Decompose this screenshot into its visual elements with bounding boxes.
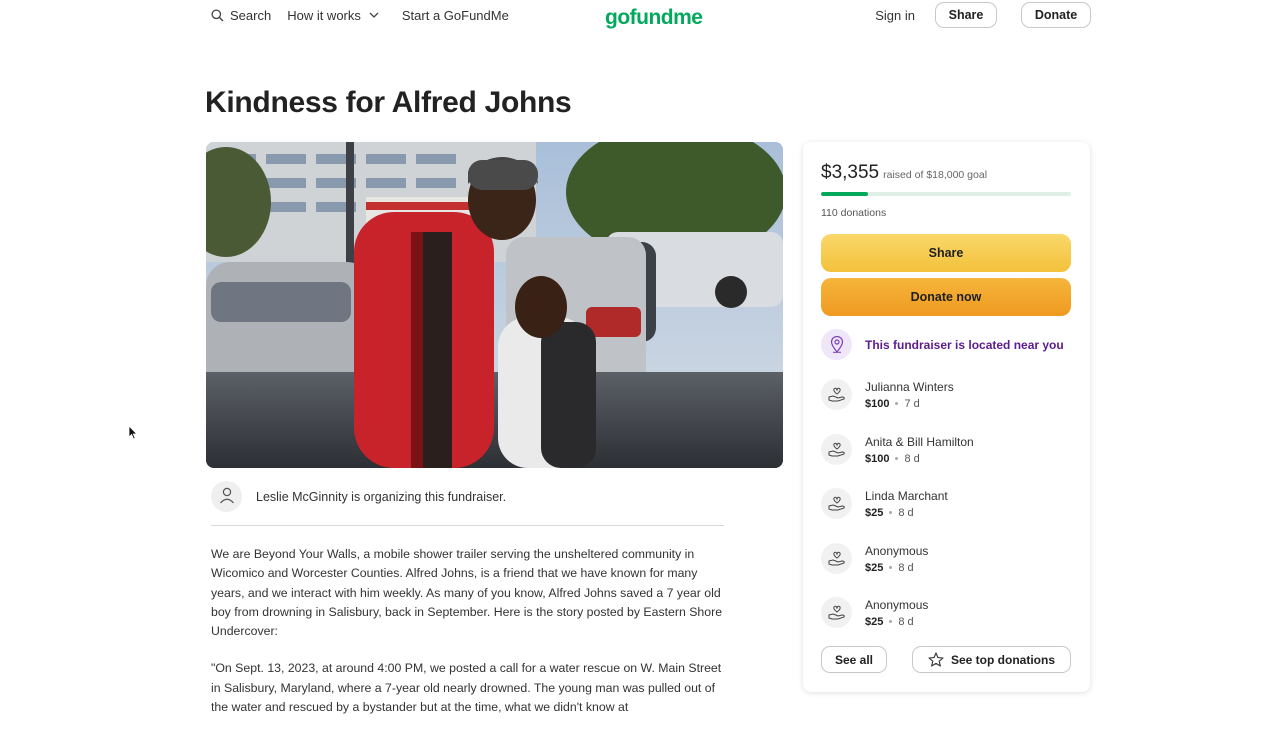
donor-item: Anonymous $25 8 d xyxy=(821,543,928,574)
donation-hand-icon xyxy=(821,543,852,574)
fundraiser-photo[interactable] xyxy=(206,142,783,468)
nearby-notice: This fundraiser is located near you xyxy=(821,329,1064,360)
separator-dot xyxy=(895,457,899,460)
page-title: Kindness for Alfred Johns xyxy=(205,86,572,119)
donor-amount: $100 xyxy=(865,397,890,410)
logo-text: gofundme xyxy=(605,6,703,29)
donor-name: Linda Marchant xyxy=(865,488,948,503)
how-it-works-label: How it works xyxy=(287,7,361,23)
how-it-works-menu[interactable]: How it works xyxy=(287,8,379,23)
donor-amount: $25 xyxy=(865,506,884,519)
organizer-text: Leslie McGinnity is organizing this fund… xyxy=(256,489,507,504)
chevron-down-icon xyxy=(369,12,379,18)
donor-item: Julianna Winters $100 7 d xyxy=(821,379,954,410)
raised-amount: $3,355 xyxy=(821,162,880,183)
donation-hand-icon xyxy=(821,597,852,628)
gofundme-logo[interactable]: gofundme xyxy=(605,2,703,30)
fundraiser-photo-illustration xyxy=(206,142,783,468)
header-donate-button[interactable]: Donate xyxy=(1021,2,1091,28)
header-left-nav: Search How it works Start a GoFundMe xyxy=(211,0,509,30)
see-top-donations-label: See top donations xyxy=(950,652,1055,667)
fundraiser-story: We are Beyond Your Walls, a mobile showe… xyxy=(211,545,726,735)
donor-time: 8 d xyxy=(898,615,914,628)
header-right-nav: Sign in Share Donate xyxy=(875,2,1091,28)
donation-hand-icon xyxy=(821,488,852,519)
section-divider xyxy=(211,525,724,526)
sign-in-link[interactable]: Sign in xyxy=(875,8,915,23)
donor-name: Anonymous xyxy=(865,597,929,612)
nearby-text: This fundraiser is located near you xyxy=(865,337,1064,352)
search-link[interactable]: Search xyxy=(211,8,271,23)
donor-name: Anonymous xyxy=(865,543,929,558)
separator-dot xyxy=(895,402,899,405)
donation-hand-icon xyxy=(821,434,852,465)
donor-amount: $25 xyxy=(865,615,884,628)
raised-goal: raised of $18,000 goal xyxy=(883,169,988,181)
see-all-button[interactable]: See all xyxy=(821,646,887,673)
organizer-avatar xyxy=(211,481,242,512)
story-paragraph: "On Sept. 13, 2023, at around 4:00 PM, w… xyxy=(211,661,722,715)
donate-now-button[interactable]: Donate now xyxy=(821,278,1071,316)
organizer-row: Leslie McGinnity is organizing this fund… xyxy=(211,481,506,512)
donor-item: Linda Marchant $25 8 d xyxy=(821,488,948,519)
donor-name: Julianna Winters xyxy=(865,379,954,394)
mouse-cursor-icon xyxy=(128,425,138,445)
donor-time: 8 d xyxy=(898,561,914,574)
donation-hand-icon xyxy=(821,379,852,410)
separator-dot xyxy=(889,511,893,514)
search-icon xyxy=(211,8,224,22)
donation-count: 110 donations xyxy=(821,207,887,219)
see-top-donations-button[interactable]: See top donations xyxy=(912,646,1071,673)
header-share-button[interactable]: Share xyxy=(935,2,997,28)
donor-item: Anita & Bill Hamilton $100 8 d xyxy=(821,434,974,465)
story-paragraph: We are Beyond Your Walls, a mobile showe… xyxy=(211,547,723,639)
location-pin-icon xyxy=(821,329,852,360)
donor-time: 8 d xyxy=(904,452,920,465)
donor-item: Anonymous $25 8 d xyxy=(821,597,928,628)
star-icon xyxy=(928,652,944,667)
separator-dot xyxy=(889,566,893,569)
progress-bar-fill xyxy=(821,192,868,196)
start-gofundme-link[interactable]: Start a GoFundMe xyxy=(402,8,509,23)
donor-amount: $25 xyxy=(865,561,884,574)
search-label: Search xyxy=(230,7,272,23)
separator-dot xyxy=(889,620,893,623)
start-gofundme-label: Start a GoFundMe xyxy=(401,7,509,23)
donation-sidebar-card: $3,355 raised of $18,000 goal 110 donati… xyxy=(803,142,1090,692)
share-button[interactable]: Share xyxy=(821,234,1071,272)
donor-time: 7 d xyxy=(904,397,920,410)
user-icon xyxy=(219,487,235,507)
raised-summary: $3,355 raised of $18,000 goal xyxy=(821,162,987,184)
progress-bar xyxy=(821,192,1071,196)
donor-amount: $100 xyxy=(865,452,890,465)
donor-time: 8 d xyxy=(898,506,914,519)
donor-name: Anita & Bill Hamilton xyxy=(865,434,974,449)
